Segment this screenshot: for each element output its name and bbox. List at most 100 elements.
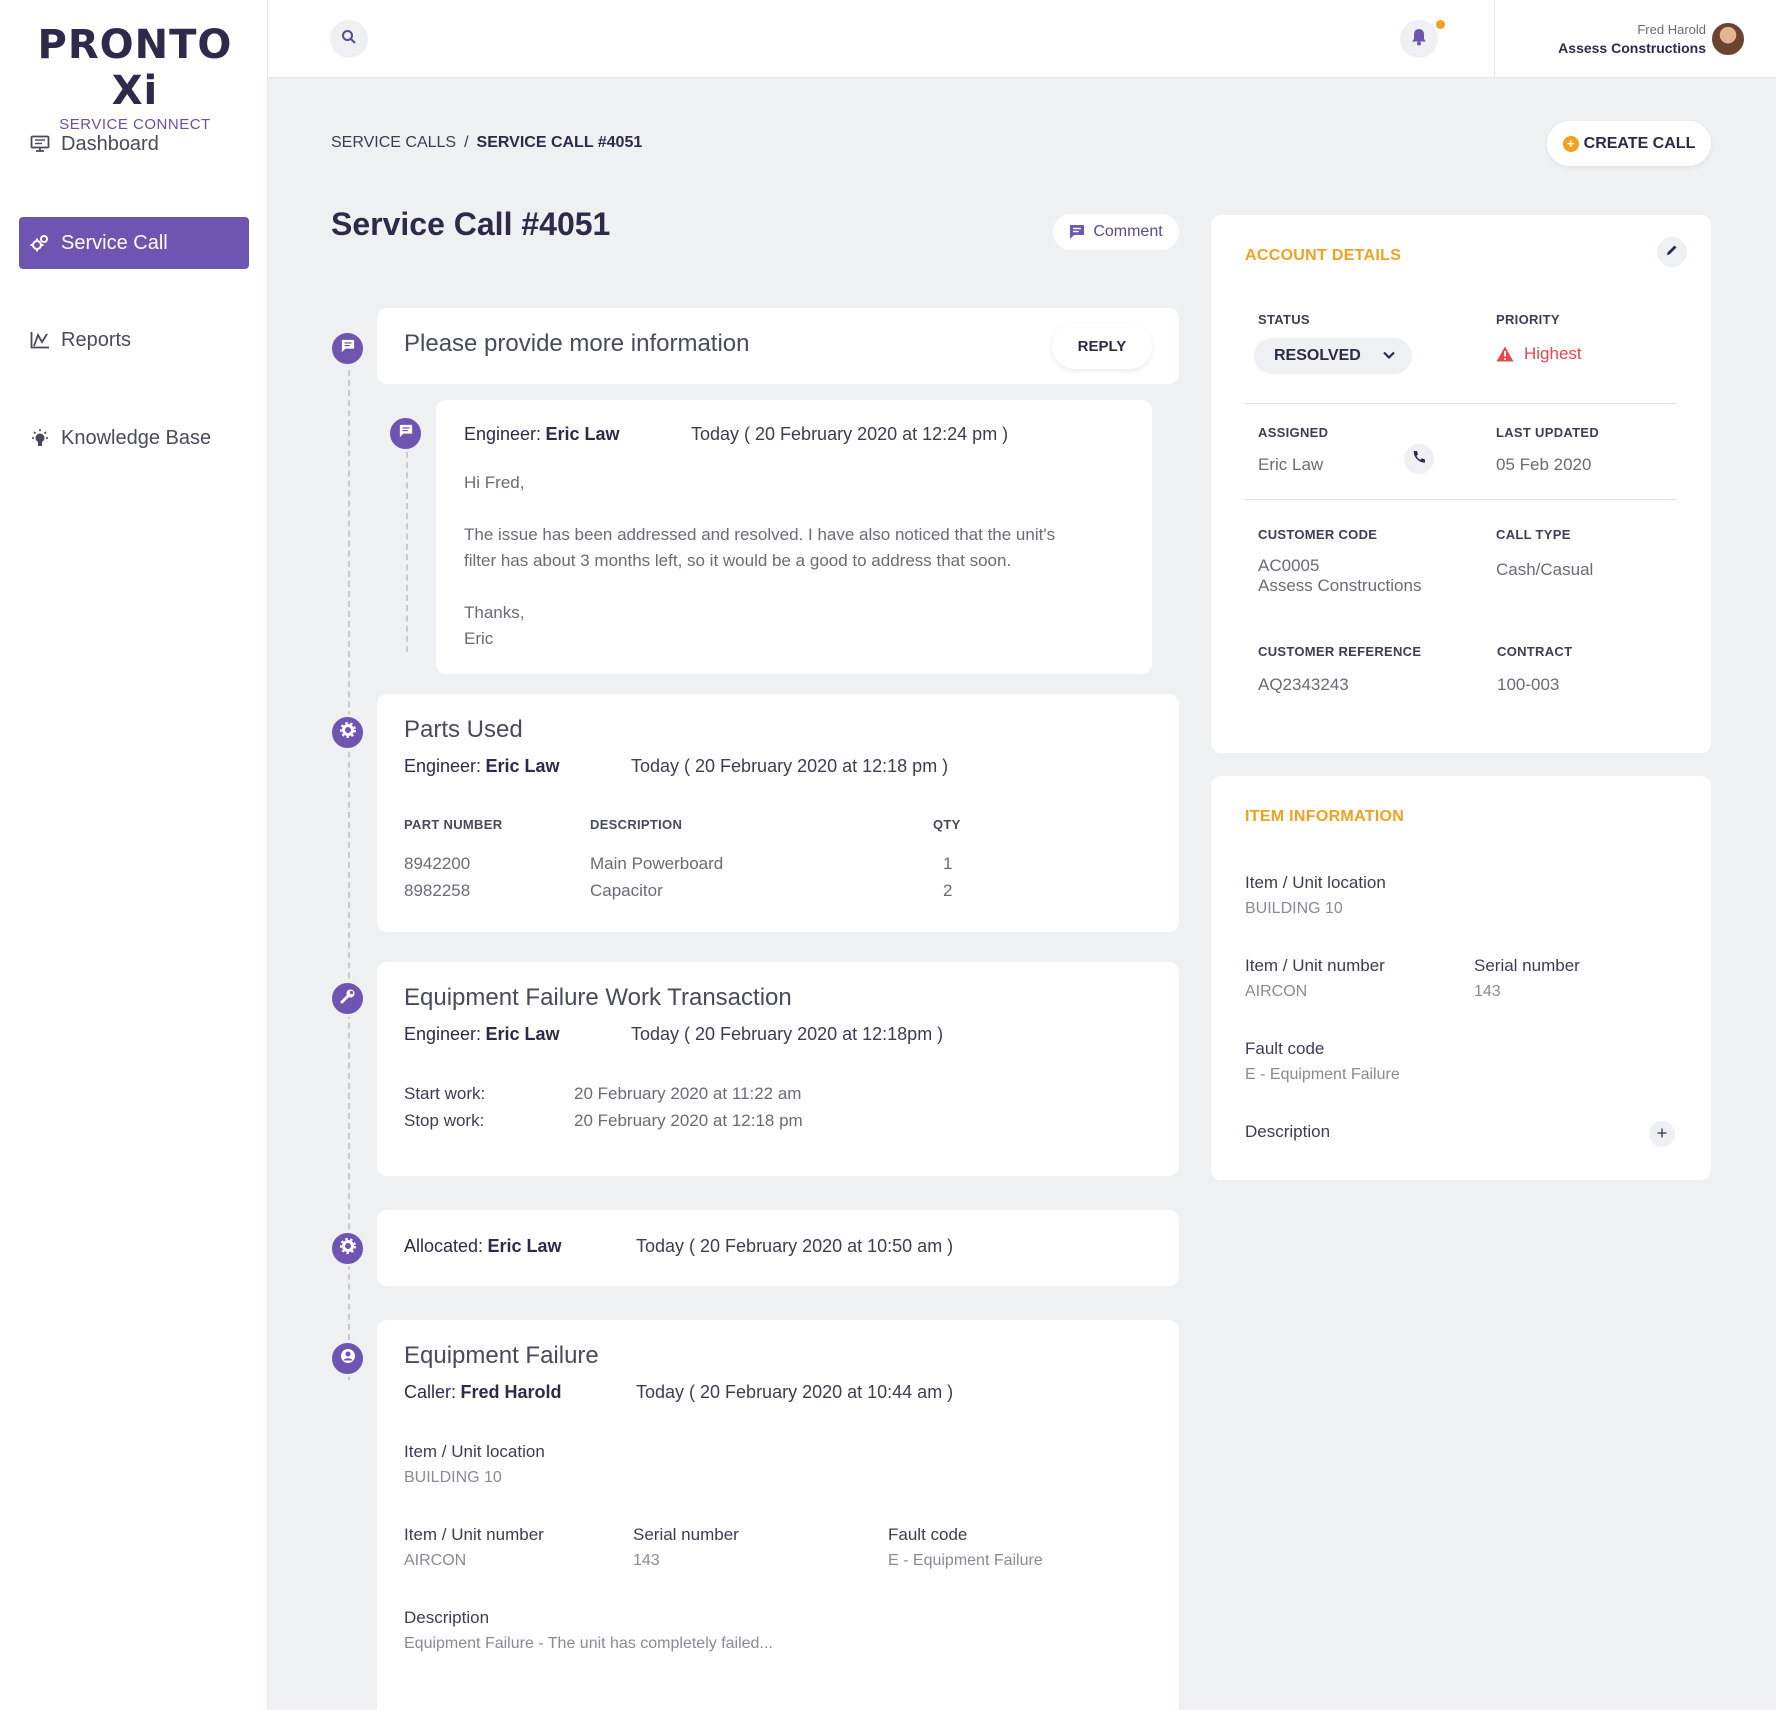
parts-card: Parts Used Engineer: Eric Law Today ( 20… xyxy=(377,694,1179,932)
item-information-panel: ITEM INFORMATION Item / Unit location BU… xyxy=(1211,776,1711,1180)
table-cell-qty: 2 xyxy=(943,881,953,900)
plus-circle-icon: + xyxy=(1562,135,1579,152)
contract-value: 100-003 xyxy=(1497,675,1560,694)
column-header-qty: QTY xyxy=(933,817,961,832)
divider xyxy=(1245,499,1677,500)
fault-code-value: E - Equipment Failure xyxy=(1245,1066,1400,1083)
start-work-label: Start work: xyxy=(404,1084,486,1103)
customer-name-value: Assess Constructions xyxy=(1258,576,1422,595)
comment-button[interactable]: Comment xyxy=(1053,214,1179,250)
timeline-line xyxy=(348,350,350,1380)
reply-button[interactable]: REPLY xyxy=(1052,323,1152,369)
assigned-label: ASSIGNED xyxy=(1258,425,1329,440)
message-body-line: filter has about 3 months left, so it wo… xyxy=(464,551,1012,570)
timeline-dot xyxy=(387,415,424,452)
priority-label: PRIORITY xyxy=(1496,312,1560,327)
brand-logo[interactable]: PRONTO Xi SERVICE CONNECT xyxy=(30,22,240,133)
last-updated-value: 05 Feb 2020 xyxy=(1496,455,1592,474)
pencil-icon xyxy=(1666,243,1678,261)
status-value: RESOLVED xyxy=(1274,347,1361,364)
parts-title: Parts Used xyxy=(404,716,523,743)
create-call-button[interactable]: + CREATE CALL xyxy=(1547,121,1711,166)
sidebar-item-knowledge-base[interactable]: Knowledge Base xyxy=(19,412,249,464)
call-button[interactable] xyxy=(1404,444,1434,474)
table-cell-qty: 1 xyxy=(943,854,953,873)
customer-code-label: CUSTOMER CODE xyxy=(1258,527,1378,542)
unit-number-label: Item / Unit number xyxy=(1245,956,1385,975)
timeline-dot xyxy=(329,330,366,367)
sidebar-item-reports[interactable]: Reports xyxy=(19,314,249,366)
status-select[interactable]: RESOLVED xyxy=(1254,338,1412,374)
sidebar-item-label: Reports xyxy=(61,328,132,351)
last-updated-label: LAST UPDATED xyxy=(1496,425,1600,440)
allocated-name: Eric Law xyxy=(487,1236,562,1256)
expand-description-button[interactable] xyxy=(1649,1121,1675,1147)
customer-reference-label: CUSTOMER REFERENCE xyxy=(1258,644,1422,659)
customer-code-value: AC0005 xyxy=(1258,556,1320,575)
gears-icon xyxy=(29,232,51,254)
timeline-line-nested xyxy=(406,452,408,652)
allocated-card: Allocated: Eric Law Today ( 20 February … xyxy=(377,1210,1179,1286)
sidebar-item-label: Dashboard xyxy=(61,132,159,155)
work-title: Equipment Failure Work Transaction xyxy=(404,984,792,1011)
table-cell-description: Main Powerboard xyxy=(590,854,724,873)
comment-icon xyxy=(1069,224,1085,240)
timeline-dot xyxy=(329,1230,366,1267)
monitor-icon xyxy=(29,133,51,155)
page-title: Service Call #4051 xyxy=(331,206,611,242)
fault-code-label: Fault code xyxy=(888,1525,968,1544)
unit-number-value: AIRCON xyxy=(1245,983,1308,1000)
description-label: Description xyxy=(1245,1122,1331,1141)
sidebar-item-service-call[interactable]: Service Call xyxy=(19,217,249,269)
failure-time: Today ( 20 February 2020 at 10:44 am ) xyxy=(636,1382,954,1402)
priority-value: Highest xyxy=(1496,344,1582,364)
request-title: Please provide more information xyxy=(404,330,750,357)
lightbulb-icon xyxy=(29,427,51,449)
top-bar: Fred Harold Assess Constructions xyxy=(268,0,1776,78)
breadcrumb-separator: / xyxy=(464,134,469,151)
breadcrumb-parent[interactable]: SERVICE CALLS xyxy=(331,134,456,151)
caller-name: Fred Harold xyxy=(460,1382,562,1402)
message-card: Engineer: Eric Law Today ( 20 February 2… xyxy=(436,400,1152,674)
sidebar-item-dashboard[interactable]: Dashboard xyxy=(19,118,249,170)
column-header-description: DESCRIPTION xyxy=(590,817,683,832)
fault-code-label: Fault code xyxy=(1245,1039,1325,1058)
engineer-label: Engineer: xyxy=(464,424,542,444)
search-button[interactable] xyxy=(330,20,368,58)
message-greeting: Hi Fred, xyxy=(464,473,525,492)
brand-name: PRONTO Xi xyxy=(37,22,233,114)
work-engineer: Engineer: Eric Law xyxy=(404,1024,560,1045)
table-cell-part: 8982258 xyxy=(404,881,471,900)
breadcrumb-current: SERVICE CALL #4051 xyxy=(476,134,643,151)
location-value: BUILDING 10 xyxy=(404,1469,502,1486)
work-time: Today ( 20 February 2020 at 12:18pm ) xyxy=(631,1024,944,1044)
caller-label: Caller: xyxy=(404,1382,457,1402)
engineer-label: Engineer: xyxy=(404,1024,482,1044)
chevron-down-icon xyxy=(1382,348,1396,367)
comment-label: Comment xyxy=(1093,223,1163,240)
user-info[interactable]: Fred Harold Assess Constructions xyxy=(1558,22,1706,56)
divider xyxy=(1494,0,1495,78)
timeline-dot xyxy=(329,980,366,1017)
engineer-name: Eric Law xyxy=(485,1024,560,1044)
user-name: Fred Harold xyxy=(1637,22,1706,37)
user-icon xyxy=(340,1348,356,1369)
status-label: STATUS xyxy=(1258,312,1310,327)
fault-code-value: E - Equipment Failure xyxy=(888,1552,1043,1569)
column-header-part-number: PART NUMBER xyxy=(404,817,503,832)
divider xyxy=(1245,403,1677,404)
stop-work-label: Stop work: xyxy=(404,1111,485,1130)
start-work-value: 20 February 2020 at 11:22 am xyxy=(574,1084,802,1103)
edit-button[interactable] xyxy=(1657,237,1687,267)
location-value: BUILDING 10 xyxy=(1245,900,1343,917)
phone-icon xyxy=(1412,450,1426,469)
avatar[interactable] xyxy=(1710,21,1746,57)
call-type-label: CALL TYPE xyxy=(1496,527,1571,542)
message-signature: Eric xyxy=(464,629,494,648)
create-call-label: CREATE CALL xyxy=(1583,134,1696,152)
notifications-button[interactable] xyxy=(1400,20,1438,58)
allocated-engineer: Allocated: Eric Law xyxy=(404,1236,562,1257)
bell-icon xyxy=(1411,28,1427,51)
chart-icon xyxy=(29,329,51,351)
warning-icon xyxy=(1496,346,1514,362)
